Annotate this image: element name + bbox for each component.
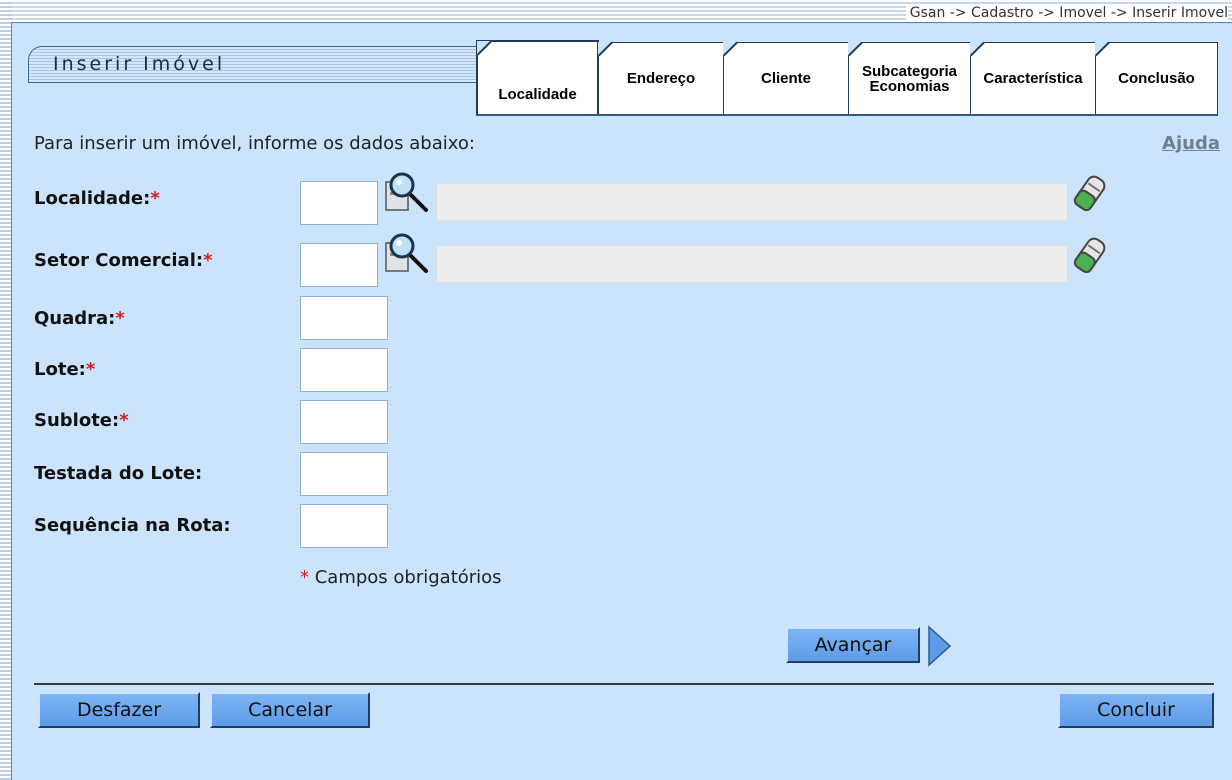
- localidade-label-text: Localidade:: [34, 188, 151, 209]
- intro-text: Para inserir um imóvel, informe os dados…: [34, 133, 475, 154]
- help-link[interactable]: Ajuda: [1162, 133, 1220, 154]
- localidade-description: [436, 183, 1068, 221]
- tab-conclusao[interactable]: Conclusão: [1095, 41, 1218, 114]
- localidade-label: Localidade:*: [34, 188, 160, 209]
- localidade-code-input[interactable]: [300, 181, 378, 225]
- breadcrumb: Gsan -> Cadastro -> Imovel -> Inserir Im…: [905, 5, 1228, 21]
- sublote-input[interactable]: [300, 400, 388, 444]
- page-title: Inserir Imóvel: [53, 53, 226, 75]
- desfazer-button[interactable]: Desfazer: [38, 692, 200, 728]
- setor-comercial-clear-icon[interactable]: [1072, 234, 1108, 276]
- left-decorative-border: [0, 0, 12, 780]
- setor-comercial-description: [436, 245, 1068, 283]
- title-divider: [28, 82, 476, 83]
- tab-endereco-label: Endereço: [626, 70, 696, 87]
- localidade-clear-icon[interactable]: [1072, 172, 1108, 214]
- testada-lote-input[interactable]: [300, 452, 388, 496]
- tab-cliente[interactable]: Cliente: [723, 41, 849, 114]
- lote-input[interactable]: [300, 348, 388, 392]
- breadcrumb-divider: [12, 22, 1232, 23]
- avancar-button[interactable]: Avançar: [786, 627, 920, 663]
- testada-lote-label: Testada do Lote:: [34, 463, 203, 484]
- legend-text: Campos obrigatórios: [309, 567, 502, 588]
- arrow-right-icon[interactable]: [926, 625, 952, 667]
- tab-subcategoria-label: Subcategoria Economias: [861, 62, 958, 95]
- cancelar-button[interactable]: Cancelar: [210, 692, 370, 728]
- setor-comercial-code-input[interactable]: [300, 243, 378, 287]
- sequencia-rota-input[interactable]: [300, 504, 388, 548]
- tab-caracteristica[interactable]: Característica: [970, 41, 1096, 114]
- footer-divider: [34, 683, 1214, 685]
- setor-comercial-label-text: Setor Comercial:: [34, 250, 204, 271]
- quadra-label-text: Quadra:: [34, 308, 116, 329]
- tab-subcategoria-economias[interactable]: Subcategoria Economias: [848, 41, 971, 114]
- tab-cliente-label: Cliente: [760, 70, 811, 87]
- required-mark: *: [203, 250, 213, 271]
- tab-conclusao-label: Conclusão: [1118, 70, 1195, 87]
- required-mark: *: [150, 188, 160, 209]
- required-mark: *: [115, 308, 125, 329]
- quadra-label: Quadra:*: [34, 308, 125, 329]
- required-mark: *: [119, 410, 129, 431]
- tab-caracteristica-label: Característica: [983, 70, 1083, 87]
- tab-endereco[interactable]: Endereço: [598, 41, 724, 114]
- sequencia-rota-label: Sequência na Rota:: [34, 515, 231, 536]
- required-mark: *: [300, 567, 309, 588]
- required-mark: *: [85, 359, 96, 380]
- tab-localidade-label: Localidade: [498, 85, 577, 103]
- setor-comercial-label: Setor Comercial:*: [34, 250, 212, 271]
- tabs-divider: [476, 114, 1218, 116]
- concluir-button[interactable]: Concluir: [1058, 692, 1214, 728]
- required-fields-legend: * Campos obrigatórios: [300, 567, 502, 588]
- tab-localidade[interactable]: Localidade: [476, 40, 599, 116]
- sublote-label: Sublote:*: [34, 410, 129, 431]
- sublote-label-text: Sublote:: [34, 410, 120, 431]
- setor-comercial-search-icon[interactable]: [384, 233, 432, 277]
- lote-label: Lote:*: [34, 359, 95, 380]
- quadra-input[interactable]: [300, 296, 388, 340]
- page-title-bar: Inserir Imóvel: [28, 46, 478, 83]
- localidade-search-icon[interactable]: [384, 172, 432, 216]
- lote-label-text: Lote:: [34, 359, 86, 380]
